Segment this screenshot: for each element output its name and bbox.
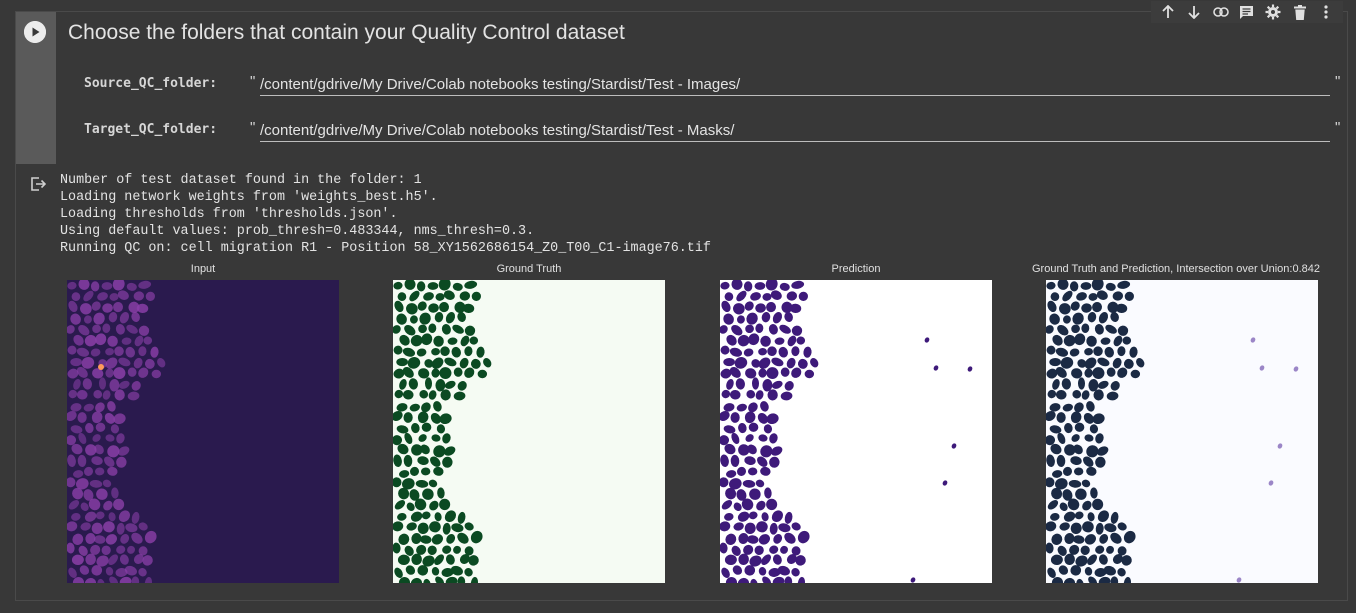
output-line: Loading network weights from 'weights_be… xyxy=(60,190,438,205)
arrow-up-icon[interactable] xyxy=(1158,2,1178,22)
output-line: Using default values: prob_thresh=0.4833… xyxy=(60,224,535,239)
input-image xyxy=(67,280,339,583)
open-quote: " xyxy=(250,73,256,90)
open-quote: " xyxy=(250,119,256,136)
overlay-image xyxy=(1046,280,1318,583)
cell-title: Choose the folders that contain your Qua… xyxy=(68,21,625,44)
cell-toolbar xyxy=(1151,1,1343,23)
link-icon[interactable] xyxy=(1211,2,1231,22)
more-vert-icon[interactable] xyxy=(1316,2,1336,22)
input-bright-spot xyxy=(98,364,104,370)
output-line: Number of test dataset found in the fold… xyxy=(60,173,422,188)
source-qc-folder-field: " " xyxy=(250,73,1342,96)
arrow-down-icon[interactable] xyxy=(1184,2,1204,22)
input-nucleus xyxy=(151,369,162,379)
overlay-nucleus xyxy=(1069,281,1079,292)
run-cell-button[interactable] xyxy=(24,21,46,43)
overlay-nucleus xyxy=(1092,498,1104,511)
overlay-nucleus xyxy=(1130,369,1141,379)
prediction-nucleus xyxy=(804,369,815,379)
prediction-nucleus xyxy=(743,281,753,292)
cell-gutter xyxy=(16,12,56,164)
output-line: Running QC on: cell migration R1 - Posit… xyxy=(60,241,711,256)
output-log: Number of test dataset found in the fold… xyxy=(60,172,711,257)
code-cell: Choose the folders that contain your Qua… xyxy=(15,1,1348,601)
panel-title-ground-truth: Ground Truth xyxy=(496,263,562,275)
gear-icon[interactable] xyxy=(1263,2,1283,22)
ground-truth-nucleus xyxy=(416,281,426,292)
target-qc-folder-field: " " xyxy=(250,119,1342,142)
prediction-image xyxy=(720,280,992,583)
ground-truth-nucleus xyxy=(477,369,488,379)
target-qc-folder-input[interactable] xyxy=(260,119,1330,142)
close-quote: " xyxy=(1335,73,1341,90)
ground-truth-nucleus xyxy=(439,498,451,511)
ground-truth-image xyxy=(393,280,665,583)
source-qc-folder-input[interactable] xyxy=(260,73,1330,96)
output-line: Loading thresholds from 'thresholds.json… xyxy=(60,207,398,222)
source-qc-folder-label: Source_QC_folder: xyxy=(84,76,218,91)
comment-icon[interactable] xyxy=(1237,2,1257,22)
play-icon xyxy=(24,21,46,43)
input-nucleus xyxy=(113,498,125,511)
clear-output-icon[interactable] xyxy=(30,176,47,197)
panel-title-input: Input xyxy=(190,263,216,275)
target-qc-folder-label: Target_QC_folder: xyxy=(84,122,218,137)
close-quote: " xyxy=(1335,119,1341,136)
panel-title-prediction: Prediction xyxy=(831,263,881,275)
panel-title-overlay: Ground Truth and Prediction, Intersectio… xyxy=(1031,263,1320,275)
prediction-nucleus xyxy=(766,498,778,511)
input-nucleus xyxy=(90,281,100,292)
trash-icon[interactable] xyxy=(1290,2,1310,22)
